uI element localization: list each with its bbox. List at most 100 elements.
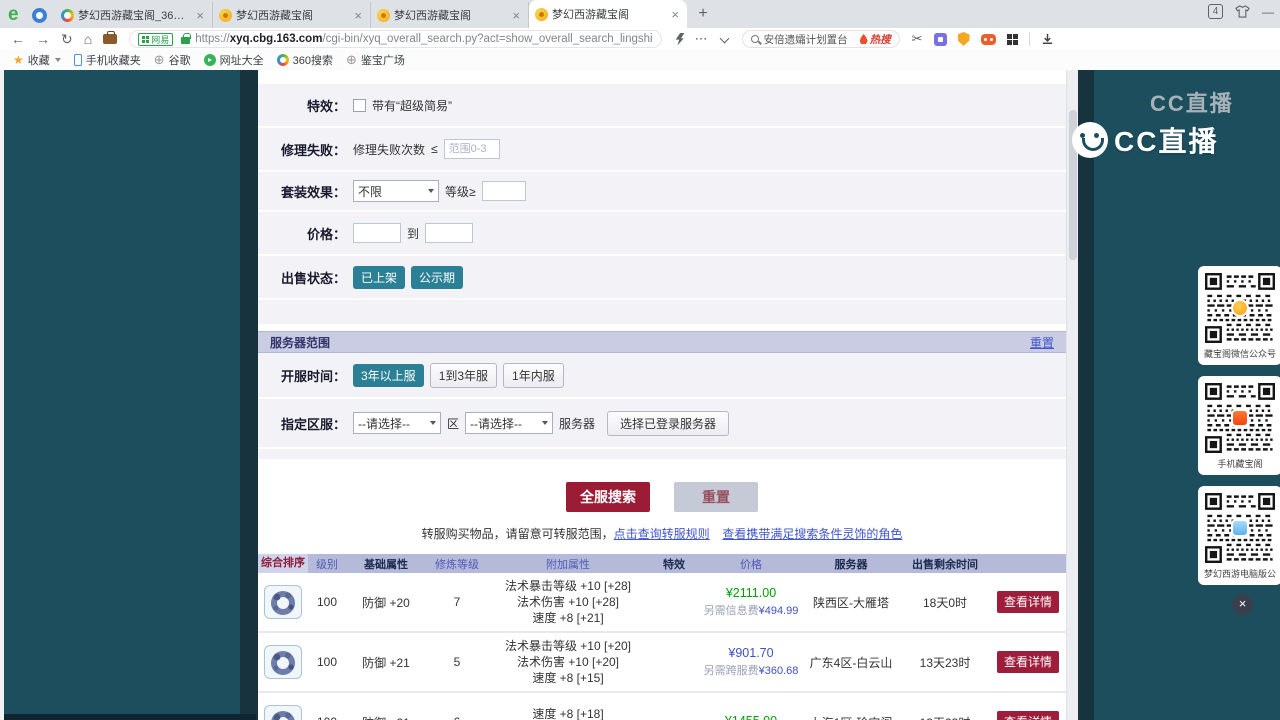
tab-cbg-active[interactable]: 梦幻西游藏宝阁 ×	[529, 0, 687, 28]
bookmark-sites[interactable]: 网址大全	[204, 52, 264, 68]
tab-search-result[interactable]: 梦幻西游藏宝阁_360搜索 ×	[55, 2, 213, 28]
close-tab-icon[interactable]: ×	[194, 8, 206, 23]
suit-effect-select[interactable]: 不限	[353, 180, 439, 202]
bookmark-jianbao[interactable]: 鉴宝广场	[346, 52, 405, 68]
header-level[interactable]: 级别	[308, 556, 346, 572]
tab-cbg-2[interactable]: 梦幻西游藏宝阁 ×	[371, 2, 529, 28]
flash-icon[interactable]	[676, 33, 685, 46]
browser-search-box[interactable]: 安倍遗孀计划置台 热搜	[742, 30, 900, 48]
filter-label: 出售状态：	[258, 268, 346, 287]
server-word: 服务器	[559, 415, 595, 432]
cell-price: ¥2111.00 另需信息费¥494.99	[700, 586, 802, 618]
price-max-input[interactable]	[425, 223, 473, 243]
chevron-down-icon[interactable]	[719, 33, 729, 43]
hot-search-badge[interactable]: 热搜	[860, 32, 891, 47]
opentime-3plus-button[interactable]: 3年以上服	[353, 364, 424, 387]
search-icon	[751, 35, 759, 43]
profile-icon[interactable]	[32, 8, 47, 23]
transfer-rule-link[interactable]: 点击查询转服规则	[614, 527, 710, 541]
cell-server: 广东4区-白云山	[802, 654, 900, 671]
select-logged-server-button[interactable]: 选择已登录服务器	[607, 411, 729, 436]
cell-server: 上海1区-珍宝阁	[802, 714, 900, 720]
screenshot-scissors-icon[interactable]: ✂	[912, 31, 923, 47]
checkbox-label: 带有“超级简易”	[372, 97, 452, 114]
status-onsale-button[interactable]: 已上架	[353, 266, 405, 289]
back-icon[interactable]: ←	[11, 29, 25, 49]
price-min-input[interactable]	[353, 223, 401, 243]
filter-label: 指定区服：	[258, 414, 346, 433]
download-icon[interactable]	[1041, 33, 1054, 46]
server-select[interactable]: --请选择--	[465, 412, 553, 434]
tab-count-badge[interactable]: 4	[1208, 4, 1223, 19]
cell-base-attr: 防御 +21	[346, 654, 426, 671]
url-field[interactable]: 网易 https://xyq.cbg.163.com/cgi-bin/xyq_o…	[129, 30, 661, 48]
header-server: 服务器	[802, 556, 900, 572]
shield-icon[interactable]	[958, 32, 970, 46]
opentime-1to3-button[interactable]: 1到3年服	[430, 363, 497, 388]
cell-remaining: 13天23时	[900, 714, 990, 720]
bookmark-favorites[interactable]: 收藏	[13, 52, 61, 68]
forward-icon[interactable]: →	[36, 29, 50, 49]
tab-title: 梦幻西游藏宝阁_360搜索	[78, 7, 190, 23]
home-icon[interactable]: ⌂	[84, 29, 92, 49]
matching-role-link[interactable]: 查看携带满足搜索条件灵饰的角色	[722, 527, 902, 541]
extension-strip: ✂	[912, 31, 1054, 47]
apps-grid-icon[interactable]	[1007, 34, 1018, 45]
section-title: 服务器范围	[270, 334, 330, 351]
briefcase-icon[interactable]	[103, 34, 117, 44]
close-tab-icon[interactable]: ×	[510, 8, 522, 23]
header-extra-attr[interactable]: 附加属性	[488, 556, 648, 572]
view-detail-button[interactable]: 查看详情	[997, 591, 1059, 613]
close-tab-icon[interactable]: ×	[669, 7, 681, 22]
tab-cbg-1[interactable]: 梦幻西游藏宝阁 ×	[213, 2, 371, 28]
table-row[interactable]: 100 防御 +21 5 法术暴击等级 +10 [+20]法术伤害 +10 [+…	[258, 633, 1066, 693]
cell-level: 100	[308, 715, 346, 720]
gamepad-icon[interactable]	[981, 34, 996, 45]
bookmark-google[interactable]: 谷歌	[154, 52, 191, 68]
header-refine[interactable]: 修炼等级	[426, 556, 488, 572]
close-qr-sidebar-button[interactable]: ×	[1232, 594, 1253, 615]
item-ring-icon[interactable]	[264, 705, 302, 720]
close-tab-icon[interactable]: ×	[352, 8, 364, 23]
bookmark-mobile-favorites[interactable]: 手机收藏夹	[74, 52, 141, 68]
full-server-search-button[interactable]: 全服搜索	[566, 482, 650, 512]
minimize-button[interactable]: —	[1262, 5, 1274, 19]
more-menu-icon[interactable]: ⋯	[695, 31, 709, 47]
server-reset-link[interactable]: 重置	[1030, 334, 1054, 351]
qr-panel-xyq-pc: 梦幻西游电脑版公众号	[1198, 486, 1280, 585]
table-row[interactable]: 100 防御 +20 7 法术暴击等级 +10 [+28]法术伤害 +10 [+…	[258, 573, 1066, 633]
browser-logo[interactable]: e	[8, 6, 26, 24]
header-sort[interactable]: 综合排序	[258, 554, 308, 573]
item-ring-icon[interactable]	[264, 645, 302, 679]
tab-title: 梦幻西游藏宝阁	[552, 6, 665, 22]
cc-watermark-faint: CC直播	[1150, 86, 1234, 118]
bookmark-360search[interactable]: 360搜索	[277, 52, 333, 68]
super-simple-checkbox[interactable]	[353, 99, 366, 112]
table-row[interactable]: 100 防御 +21 6 速度 +8 [+18]法术伤害 +10 [+24] ¥…	[258, 693, 1066, 720]
cell-price: ¥901.70 另需跨服费¥360.68	[700, 646, 802, 678]
reset-button[interactable]: 重置	[674, 482, 758, 512]
view-detail-button[interactable]: 查看详情	[997, 711, 1059, 720]
view-detail-button[interactable]: 查看详情	[997, 651, 1059, 673]
theme-skin-icon[interactable]	[1235, 5, 1250, 18]
header-price[interactable]: 价格	[700, 556, 802, 572]
page-scrollbar[interactable]	[1066, 70, 1078, 720]
caret-down-icon	[430, 421, 436, 425]
opentime-within1-button[interactable]: 1年内服	[503, 363, 564, 388]
status-public-button[interactable]: 公示期	[411, 266, 463, 289]
content-shadow-left	[240, 70, 258, 720]
reload-icon[interactable]: ↻	[61, 29, 73, 49]
repair-count-input[interactable]	[444, 139, 500, 159]
flame-icon	[860, 34, 868, 44]
browser-window: e 梦幻西游藏宝阁_360搜索 × 梦幻西游藏宝阁 × 梦幻西游藏宝阁 × 梦幻…	[0, 0, 1280, 720]
filter-row-suit: 套装效果： 不限 等级≥	[258, 172, 1066, 212]
star-icon	[13, 53, 24, 67]
suit-level-label: 等级≥	[445, 183, 476, 200]
cell-extra-attrs: 法术暴击等级 +10 [+20]法术伤害 +10 [+20]速度 +8 [+15…	[488, 638, 648, 686]
cell-extra-attrs: 速度 +8 [+18]法术伤害 +10 [+24]	[488, 706, 648, 720]
new-tab-button[interactable]: +	[691, 2, 715, 26]
item-ring-icon[interactable]	[264, 585, 302, 619]
extension-icon[interactable]	[934, 33, 947, 46]
suit-level-input[interactable]	[482, 181, 526, 201]
zone-select[interactable]: --请选择--	[353, 412, 441, 434]
